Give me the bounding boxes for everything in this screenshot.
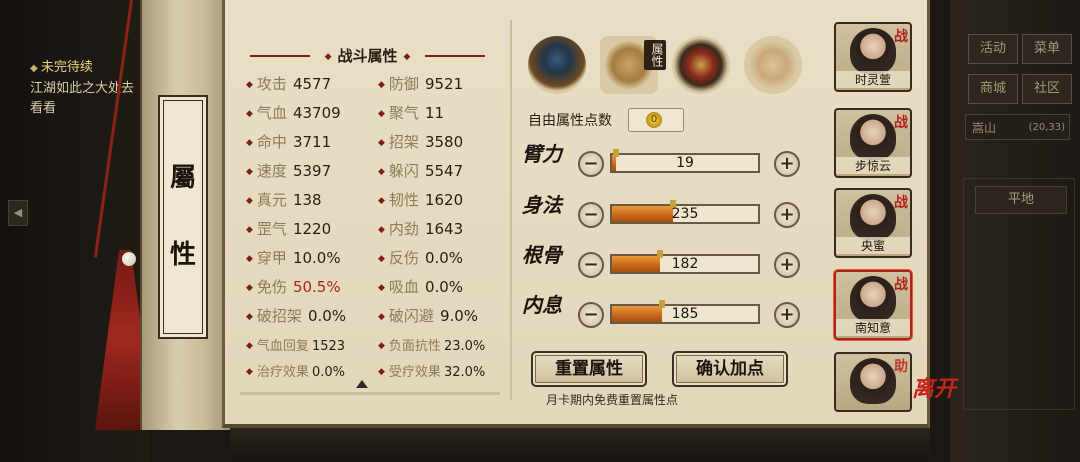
attr-row-strength: 臂力 − 19 + [522,142,802,185]
scroll-down-icon[interactable] [356,380,368,388]
team-member[interactable]: 战 时灵萱 [834,22,912,92]
stat-damage-reduction: 免伤50.5% [246,276,341,297]
stat-hp: 气血43709 [246,102,341,123]
stat-healing-received: 受疗效果32.0% [378,361,485,380]
stat-gather-qi: 聚气11 [378,102,444,123]
terrain-label: 平地 [975,186,1067,214]
attr-name: 臂力 [522,142,562,166]
bottom-toolbar [230,428,930,462]
scroll-title-top: 屬 [169,163,196,193]
stat-toughness: 韧性1620 [378,189,463,210]
member-name: 南知意 [836,319,910,336]
attr-bar: 185 [610,300,760,324]
location-name: 嵩山 [972,121,997,135]
stat-gang-qi: 罡气1220 [246,218,331,239]
increase-button[interactable]: + [774,302,800,328]
combat-stats-title: 战斗属性 [240,45,495,66]
member-role-badge: 助 [894,359,908,375]
combat-stats-header: 战斗属性 [240,45,495,67]
team-member[interactable]: 战 步惊云 [834,108,912,178]
tab-equipment-icon[interactable] [528,36,586,94]
stat-break-parry: 破招架0.0% [246,305,346,326]
leave-button[interactable]: 离开 [912,378,956,400]
stats-bottom-divider [240,392,500,395]
collapse-left-icon[interactable]: ◀ [8,200,28,226]
attr-row-constitution: 根骨 − 182 + [522,243,802,286]
stat-defense: 防御9521 [378,73,463,94]
monthly-card-note: 月卡期内免费重置属性点 [545,393,678,407]
stat-inner-force: 内劲1643 [378,218,463,239]
avatar [850,28,896,74]
stat-dodge: 躲闪5547 [378,160,463,181]
location-bar: 嵩山 (20,33) [965,114,1070,140]
attr-value: 235 [671,206,699,222]
attr-bar: 182 [610,250,760,274]
member-name: 央蜜 [836,237,910,254]
location-coords: (20,33) [1028,122,1065,133]
panel-tabs: 属性 [528,36,818,100]
increase-button[interactable]: + [774,202,800,228]
quest-desc: 江湖如此之大处去看看 [30,81,135,116]
member-role-badge: 战 [894,195,908,211]
decrease-button[interactable]: − [578,252,604,278]
stat-break-dodge: 破闪避9.0% [378,305,478,326]
attr-name: 内息 [522,293,562,317]
free-points-label: 自由属性点数 [528,113,612,129]
avatar [850,358,896,404]
scroll-title-plaque: 屬 性 [158,95,208,339]
stat-armor-pierce: 穿甲10.0% [246,247,341,268]
member-name: 步惊云 [836,157,910,174]
attr-name: 身法 [522,193,562,217]
attr-value: 182 [671,256,699,272]
team-member[interactable]: 战 央蜜 [834,188,912,258]
free-points-box: 0 [628,108,684,132]
member-role-badge: 战 [894,29,908,45]
pearl-bead [122,252,136,266]
stat-true-essence: 真元138 [246,189,322,210]
tab-meridian-icon[interactable] [744,36,802,94]
tab-bagua-icon[interactable] [672,36,730,94]
stat-accuracy: 命中3711 [246,131,331,152]
avatar [850,276,896,322]
avatar [850,194,896,240]
decrease-button[interactable]: − [578,302,604,328]
stat-hp-regen: 气血回复1523 [246,335,345,354]
attr-bar: 19 [610,149,760,173]
attr-name: 根骨 [522,243,562,267]
confirm-points-button[interactable]: 确认加点 [672,351,788,387]
stat-speed: 速度5397 [246,160,331,181]
activity-button[interactable]: 活动 [968,34,1018,64]
avatar [850,114,896,160]
increase-button[interactable]: + [774,252,800,278]
member-role-badge: 战 [894,277,908,293]
reset-attributes-button[interactable]: 重置属性 [531,351,647,387]
stat-reflect: 反伤0.0% [378,247,463,268]
stat-healing-effect: 治疗效果0.0% [246,361,345,380]
panel-divider [510,20,512,400]
team-member-selected[interactable]: 战 南知意 [834,270,912,340]
free-points-coin-icon: 0 [646,112,662,128]
team-member[interactable]: 助 [834,352,912,412]
tab-attributes-label: 属性 [644,40,666,70]
stat-parry: 招架3580 [378,131,463,152]
attr-row-inner-breath: 内息 − 185 + [522,293,802,336]
stat-debuff-resist: 负面抗性23.0% [378,335,485,354]
scroll-title-bottom: 性 [169,240,196,270]
attr-bar: 235 [610,200,760,224]
shop-button[interactable]: 商城 [968,74,1018,104]
community-button[interactable]: 社区 [1022,74,1072,104]
menu-button[interactable]: 菜单 [1022,34,1072,64]
stat-lifesteal: 吸血0.0% [378,276,463,297]
attr-row-agility: 身法 − 235 + [522,193,802,236]
increase-button[interactable]: + [774,151,800,177]
decrease-button[interactable]: − [578,202,604,228]
attr-value: 185 [671,306,699,322]
attr-value: 19 [676,155,694,171]
decrease-button[interactable]: − [578,151,604,177]
stat-attack: 攻击4577 [246,73,331,94]
member-role-badge: 战 [894,115,908,131]
member-name: 时灵萱 [836,71,910,88]
